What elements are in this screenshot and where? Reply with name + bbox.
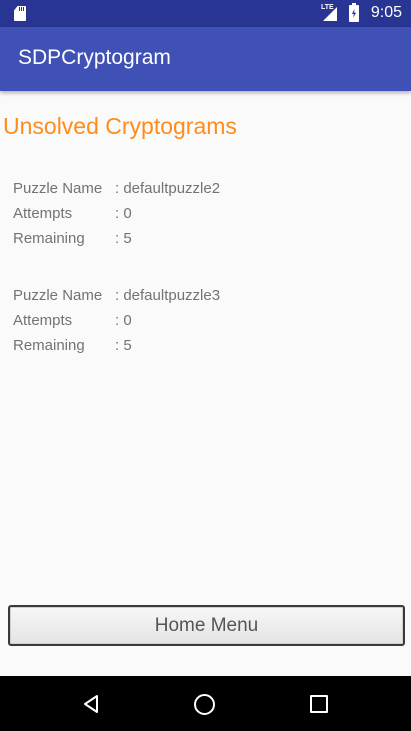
puzzle-item[interactable]: Puzzle Name : defaultpuzzle3 Attempts : … [13,285,220,360]
attempts-label: Attempts [13,205,73,222]
puzzle-name-row: Puzzle Name : defaultpuzzle3 [13,285,220,310]
home-icon[interactable] [194,694,215,715]
puzzle-item[interactable]: Puzzle Name : defaultpuzzle2 Attempts : … [13,178,220,253]
attempts-value: : 0 [115,205,132,222]
battery-charging-icon [349,3,359,22]
back-icon[interactable] [83,695,99,713]
sd-card-icon [14,6,26,21]
remaining-value: : 5 [115,230,132,247]
puzzle-name-label: Puzzle Name [13,287,103,304]
puzzle-name-label: Puzzle Name [13,180,103,197]
remaining-row: Remaining : 5 [13,228,220,253]
puzzle-name-value: : defaultpuzzle3 [115,287,221,304]
status-bar: LTE 9:05 [0,0,411,27]
remaining-row: Remaining : 5 [13,335,220,360]
attempts-value: : 0 [115,312,132,329]
puzzle-name-row: Puzzle Name : defaultpuzzle2 [13,178,220,203]
puzzle-name-value: : defaultpuzzle2 [115,180,221,197]
attempts-row: Attempts : 0 [13,310,220,335]
remaining-value: : 5 [115,337,132,354]
attempts-row: Attempts : 0 [13,203,220,228]
app-title: SDPCryptogram [18,46,171,69]
navigation-bar [0,676,411,731]
page-title: Unsolved Cryptograms [3,113,237,139]
app-bar: SDPCryptogram [0,27,411,91]
home-menu-button[interactable]: Home Menu [8,605,405,646]
puzzle-list: Puzzle Name : defaultpuzzle2 Attempts : … [13,178,220,392]
remaining-label: Remaining [13,337,85,354]
recents-icon[interactable] [310,695,328,713]
status-clock: 9:05 [370,4,402,21]
signal-icon [323,7,337,21]
remaining-label: Remaining [13,230,85,247]
attempts-label: Attempts [13,312,73,329]
